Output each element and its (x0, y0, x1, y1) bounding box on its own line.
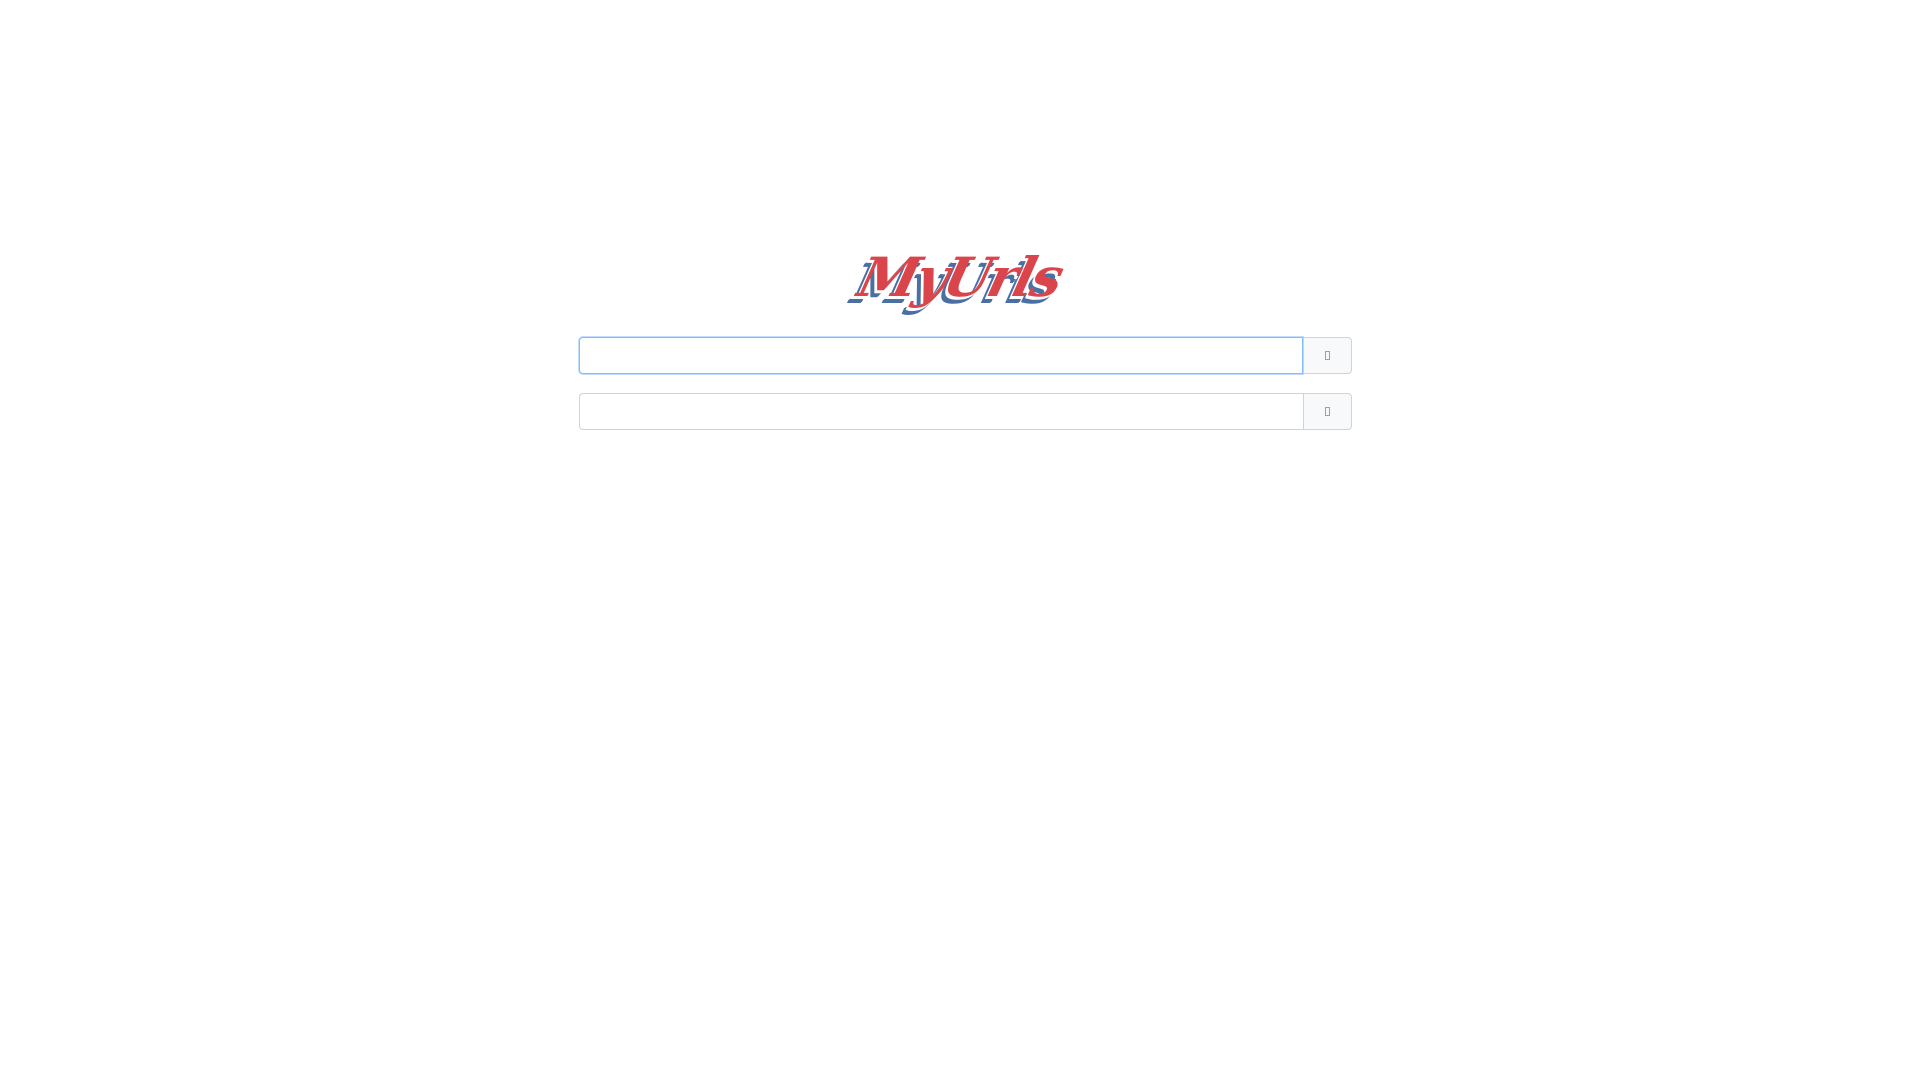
long-url-input[interactable] (579, 337, 1303, 374)
page: MyUrls (0, 0, 1920, 1080)
logo-text: MyUrls (852, 245, 1068, 309)
long-url-input-group (579, 337, 1352, 374)
short-url-input-group (579, 393, 1352, 430)
shorten-button[interactable] (1303, 337, 1352, 374)
copy-button[interactable] (1303, 393, 1352, 430)
short-url-input[interactable] (579, 393, 1303, 430)
missing-glyph-icon (1325, 407, 1330, 416)
missing-glyph-icon (1325, 351, 1330, 360)
myurls-logo: MyUrls (852, 232, 1068, 322)
